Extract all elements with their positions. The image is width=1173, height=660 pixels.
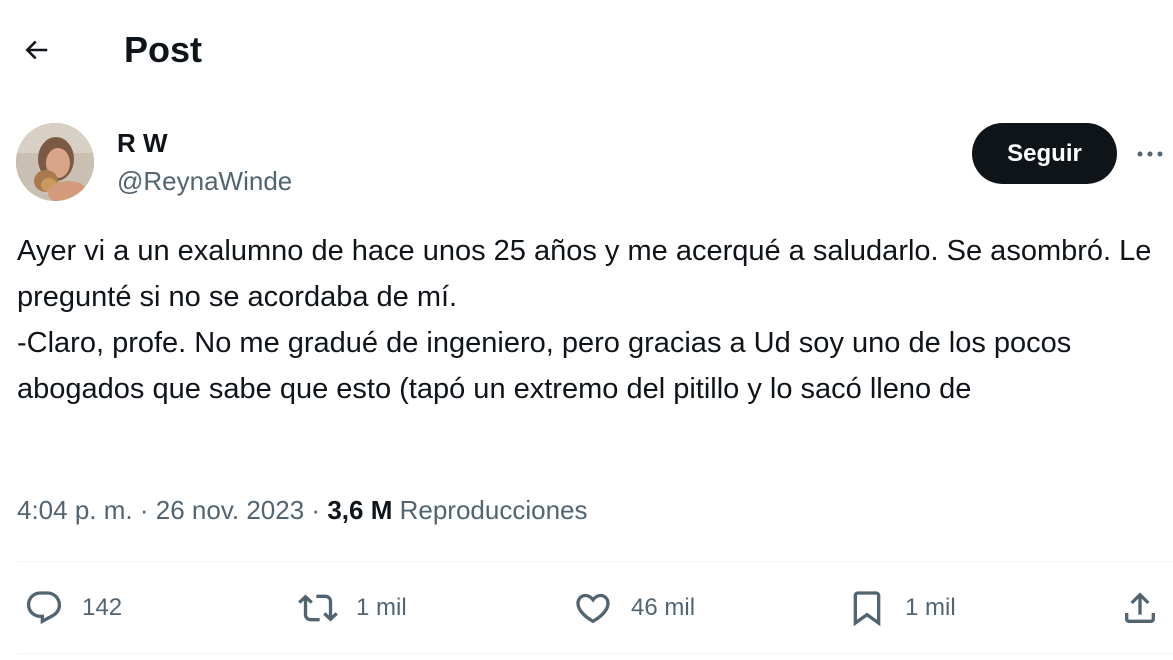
tweet-time[interactable]: 4:04 p. m.: [17, 495, 133, 525]
author-display-name[interactable]: R W: [117, 127, 168, 159]
follow-button[interactable]: Seguir: [972, 123, 1117, 184]
like-button[interactable]: 46 mil: [573, 580, 695, 636]
tweet-meta: 4:04 p. m. · 26 nov. 2023 · 3,6 M Reprod…: [17, 492, 587, 528]
bookmark-button[interactable]: 1 mil: [847, 580, 956, 636]
like-count: 46 mil: [631, 594, 696, 621]
more-button[interactable]: [1132, 136, 1168, 172]
repost-icon: [298, 588, 338, 628]
top-bar: Post: [0, 0, 1173, 100]
page-title: Post: [124, 29, 203, 70]
meta-separator: ·: [139, 495, 149, 525]
bookmark-icon: [847, 588, 887, 628]
back-button[interactable]: [14, 28, 58, 72]
share-button[interactable]: [1120, 580, 1160, 636]
reply-count: 142: [82, 594, 123, 621]
meta-separator: ·: [311, 495, 321, 525]
arrow-left-icon: [21, 35, 51, 65]
reply-button[interactable]: 142: [24, 580, 122, 636]
more-dots-icon: [1135, 139, 1165, 169]
action-bar: 142 1 mil 46 mil 1 mil: [0, 580, 1173, 636]
heart-icon: [573, 588, 613, 628]
repost-count: 1 mil: [356, 594, 407, 621]
divider: [17, 561, 1173, 562]
tweet-text: Ayer vi a un exalumno de hace unos 25 añ…: [17, 235, 1152, 405]
author-handle[interactable]: @ReynaWinde: [117, 165, 292, 197]
divider: [17, 653, 1173, 654]
repost-button[interactable]: 1 mil: [298, 580, 407, 636]
views-count[interactable]: 3,6 M: [327, 495, 392, 525]
share-icon: [1120, 588, 1160, 628]
views-label[interactable]: Reproducciones: [400, 495, 588, 525]
reply-icon: [24, 588, 64, 628]
tweet-date[interactable]: 26 nov. 2023: [156, 495, 304, 525]
bookmark-count: 1 mil: [905, 594, 956, 621]
avatar[interactable]: [16, 123, 94, 201]
